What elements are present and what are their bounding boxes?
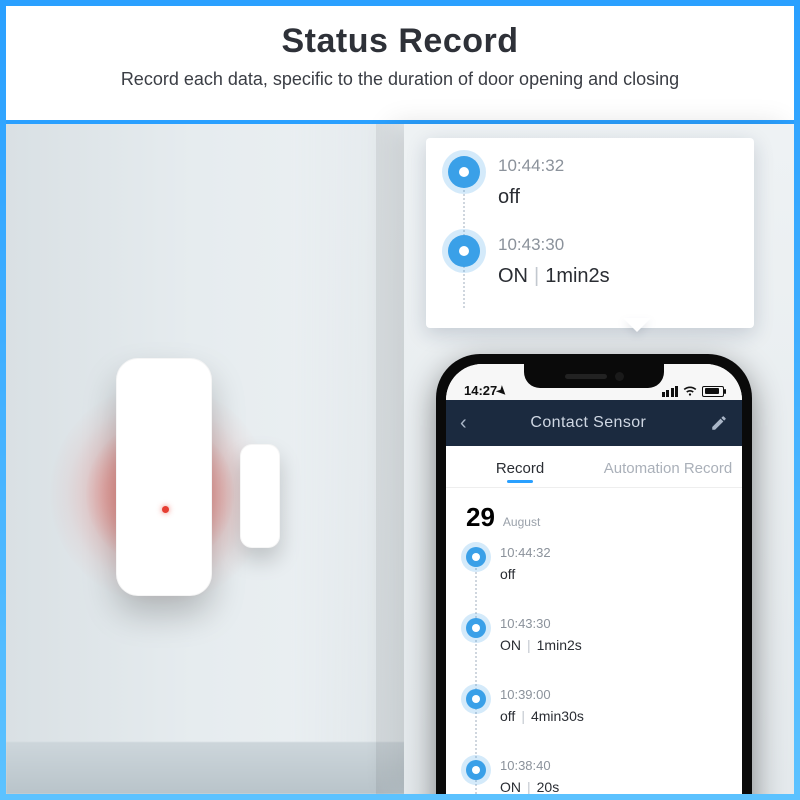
duration-text: 1min2s: [537, 637, 582, 653]
edit-pencil-icon[interactable]: [710, 414, 728, 432]
record-list: 29 August 10:44:32 off 10:43:30 ON | 1min2…: [446, 488, 742, 800]
phone-mockup: 14:27➤ ‹ Contact Sensor Record Automatio…: [436, 354, 752, 800]
separator: |: [521, 708, 525, 724]
timeline-event[interactable]: 10:44:32 off: [466, 545, 724, 616]
separator: |: [527, 779, 531, 795]
separator: |: [527, 637, 531, 653]
door-sensor-main: [116, 358, 212, 596]
event-state: ON | 1min2s: [500, 637, 724, 653]
timeline-dot-icon: [466, 689, 486, 709]
status-time: 14:27➤: [464, 383, 507, 398]
feature-title: Status Record: [26, 22, 774, 61]
date-day: 29: [466, 502, 495, 533]
tab-record[interactable]: Record: [446, 446, 594, 487]
battery-icon: [702, 386, 724, 397]
phone-screen: 14:27➤ ‹ Contact Sensor Record Automatio…: [446, 364, 742, 800]
callout-event: 10:44:32 off: [448, 156, 732, 235]
timeline-dot-icon: [466, 760, 486, 780]
timeline-event[interactable]: 10:43:30 ON | 1min2s: [466, 616, 724, 687]
back-chevron-icon[interactable]: ‹: [460, 412, 467, 435]
wifi-icon: [683, 384, 697, 398]
callout-timeline: 10:44:32 off 10:43:30 ON | 1min2s: [448, 156, 732, 314]
event-time: 10:43:30: [498, 235, 732, 255]
timeline-dot-icon: [448, 235, 480, 267]
timeline: 10:44:32 off 10:43:30 ON | 1min2s 10:39:00: [466, 545, 724, 800]
record-callout: 10:44:32 off 10:43:30 ON | 1min2s: [426, 138, 754, 328]
cellular-signal-icon: [662, 386, 679, 397]
event-state: off: [498, 186, 732, 209]
event-time: 10:39:00: [500, 687, 724, 702]
event-state: ON | 1min2s: [498, 265, 732, 288]
event-state: off: [500, 566, 724, 582]
event-time: 10:44:32: [498, 156, 732, 176]
state-text: ON: [500, 779, 521, 795]
event-time: 10:44:32: [500, 545, 724, 560]
event-state: ON | 20s: [500, 779, 724, 795]
app-title: Contact Sensor: [467, 414, 710, 432]
event-time: 10:43:30: [500, 616, 724, 631]
timeline-dot-icon: [466, 547, 486, 567]
tab-bar: Record Automation Record: [446, 446, 742, 488]
callout-event: 10:43:30 ON | 1min2s: [448, 235, 732, 314]
timeline-dot-icon: [448, 156, 480, 188]
app-header: ‹ Contact Sensor: [446, 400, 742, 446]
state-text: ON: [498, 265, 528, 287]
door-sensor-magnet: [240, 444, 280, 548]
duration-text: 20s: [537, 779, 560, 795]
duration-text: 4min30s: [531, 708, 584, 724]
clock-text: 14:27: [464, 383, 497, 398]
date-header: 29 August: [464, 498, 724, 545]
state-text: ON: [500, 637, 521, 653]
event-state: off | 4min30s: [500, 708, 724, 724]
timeline-dot-icon: [466, 618, 486, 638]
phone-notch: [524, 364, 664, 388]
duration-text: 1min2s: [545, 265, 609, 287]
state-text: off: [500, 708, 515, 724]
date-month: August: [503, 515, 540, 529]
separator: |: [534, 265, 539, 287]
status-icons: [662, 384, 725, 398]
timeline-event[interactable]: 10:39:00 off | 4min30s: [466, 687, 724, 758]
tab-automation-record[interactable]: Automation Record: [594, 446, 742, 487]
event-time: 10:38:40: [500, 758, 724, 773]
feature-subtitle: Record each data, specific to the durati…: [26, 69, 774, 90]
product-feature-card: Status Record Record each data, specific…: [0, 0, 800, 800]
timeline-event[interactable]: 10:38:40 ON | 20s: [466, 758, 724, 800]
header: Status Record Record each data, specific…: [6, 6, 794, 124]
